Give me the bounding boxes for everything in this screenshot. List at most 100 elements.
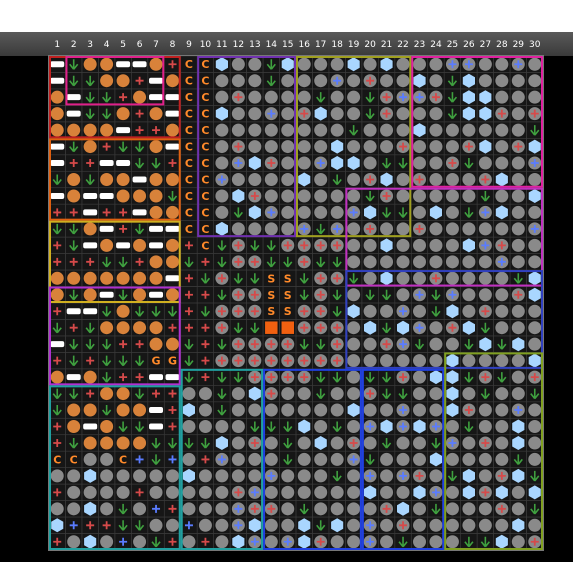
grey-disc [511,535,525,549]
grey-disc [462,255,476,269]
hex-piece [364,205,377,220]
board-canvas[interactable]: C CC CC CC CC CC CC CC CC CC CC CCS SS SS SG GC C C [49,56,543,550]
hex-piece [462,90,475,105]
grey-disc [363,140,377,154]
hex-piece [182,403,195,417]
grey-disc [396,222,410,236]
arrow-icon [497,372,507,383]
column-number-3: 3 [87,40,94,50]
orange-disc [166,74,179,88]
arrow-icon [184,355,194,367]
hex-piece [462,73,475,88]
hex-piece [397,320,410,335]
hex-piece [331,139,344,154]
white-pill [149,374,164,381]
grey-disc [363,238,377,252]
arrow-icon [52,388,62,400]
plus-icon [184,290,193,299]
grey-disc [215,518,229,532]
grey-disc [429,107,443,121]
white-pill [99,225,114,232]
plus-icon [119,224,128,233]
orange-disc [116,387,130,401]
grey-disc [347,535,361,549]
arrow-icon [316,223,326,235]
grey-disc [314,469,328,483]
grey-disc [462,387,476,401]
grey-disc [330,57,344,71]
grey-disc [248,57,262,71]
column-number-18: 18 [331,40,343,50]
grey-disc [215,123,229,137]
arrow-icon [447,92,458,103]
arrow-icon [184,339,194,350]
grey-disc [511,156,525,170]
grey-disc [528,304,542,318]
white-pill [149,291,164,298]
letter-c: C [185,157,193,170]
plus-icon [168,60,177,69]
grey-disc [445,271,459,285]
grey-disc [281,156,295,170]
grey-disc [413,304,426,318]
white-pill [149,242,164,249]
arrow-icon [332,256,342,268]
hex-piece [512,518,525,533]
plus-icon [53,422,62,431]
column-number-12: 12 [232,40,245,50]
arrow-icon [431,437,441,449]
grey-disc [528,255,542,269]
plus-icon [102,208,111,217]
hex-piece [413,123,426,138]
top-bar [0,0,573,32]
arrow-icon [102,355,112,367]
arrow-icon [134,388,145,400]
plus-icon [201,537,210,546]
orange-disc [149,337,163,351]
grey-disc [495,403,509,417]
arrow-icon [85,174,95,185]
plus-icon [86,389,95,398]
column-number-5: 5 [120,40,126,50]
grey-disc [248,123,262,137]
grey-disc [149,469,163,483]
grey-disc [297,74,311,88]
orange-disc [100,420,114,433]
grey-disc [198,387,212,401]
arrow-icon [299,289,309,301]
arrow-icon [381,372,392,383]
grey-disc [445,189,459,203]
orange-disc [116,107,130,121]
orange-disc [83,370,97,384]
arrow-icon [69,240,79,251]
arrow-icon [184,437,194,449]
grey-disc [511,304,525,318]
hex-piece [429,370,442,385]
grey-disc [347,420,361,433]
hex-piece [314,436,327,450]
arrow-icon [217,240,227,251]
plus-icon [184,323,193,332]
column-number-22: 22 [397,40,409,50]
grey-disc [215,535,229,549]
plus-icon [135,455,144,464]
arrow-icon [480,322,490,334]
orange-disc [116,173,130,186]
plus-icon [152,504,161,513]
plus-icon [53,488,62,497]
arrow-icon [52,405,62,416]
white-pill [83,242,98,249]
arrow-icon [151,454,161,465]
hex-piece [248,518,261,533]
grey-disc [133,502,147,516]
grey-disc [478,452,492,466]
grey-disc [248,90,262,104]
letter-g: G [152,355,161,368]
grey-disc [445,502,459,516]
grey-disc [396,123,410,137]
orange-disc [166,255,179,269]
game-board[interactable]: CCCCCCCCCCCCCCCCCCCCCCCSSSSSSGGCCC [48,55,544,551]
grey-disc [314,189,328,203]
white-pill [50,341,65,348]
grey-disc [198,469,212,483]
